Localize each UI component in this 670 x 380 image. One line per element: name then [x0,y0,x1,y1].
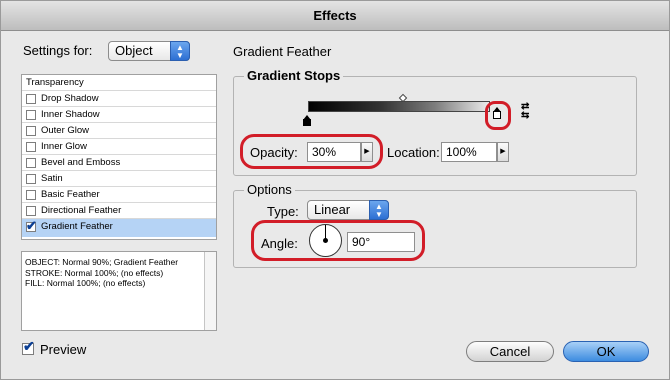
highlight-ring-angle [251,220,425,261]
list-item-label: Directional Feather [41,205,122,216]
list-item-basic-feather[interactable]: Basic Feather [22,187,216,203]
list-item-inner-shadow[interactable]: Inner Shadow [22,107,216,123]
summary-fill-line: FILL: Normal 100%; (no effects) [25,278,146,288]
basic-feather-checkbox[interactable] [26,190,36,200]
title-bar: Effects [1,1,669,31]
drop-shadow-checkbox[interactable] [26,94,36,104]
list-item-transparency[interactable]: Transparency [22,75,216,91]
location-stepper[interactable]: ▶ [497,142,509,162]
type-label: Type: [267,204,299,219]
summary-scrollbar[interactable] [204,252,216,330]
dropdown-arrows-icon: ▲ ▼ [170,41,190,61]
list-item-inner-glow[interactable]: Inner Glow [22,139,216,155]
inner-shadow-checkbox[interactable] [26,110,36,120]
highlight-ring-opacity [240,134,383,169]
inner-glow-checkbox[interactable] [26,142,36,152]
list-item-label: Basic Feather [41,189,100,200]
list-item-outer-glow[interactable]: Outer Glow [22,123,216,139]
effects-list: Transparency Drop Shadow Inner Shadow Ou… [21,74,217,240]
summary-stroke-line: STROKE: Normal 100%; (no effects) [25,267,164,278]
checkmark-icon: ✔ [26,218,37,233]
gradient-ramp[interactable] [308,101,490,112]
satin-checkbox[interactable] [26,174,36,184]
type-dropdown[interactable]: Linear ▲ ▼ [307,200,389,220]
preview-label: Preview [40,342,87,357]
panel-title: Gradient Feather [233,44,332,59]
gradient-feather-checkbox[interactable]: ✔ [26,218,37,233]
effects-summary: OBJECT: Normal 90%; Gradient Feather STR… [21,251,217,331]
list-item-label: Outer Glow [41,125,90,136]
dropdown-arrows-icon: ▲ ▼ [369,200,389,220]
cancel-button[interactable]: Cancel [466,341,554,362]
list-item-gradient-feather[interactable]: ✔ Gradient Feather [22,218,216,237]
list-item-label: Gradient Feather [41,221,113,232]
checkmark-icon: ✔ [23,338,35,354]
settings-for-dropdown[interactable]: Object ▲ ▼ [108,41,190,61]
type-value: Linear [314,202,351,217]
directional-feather-checkbox[interactable] [26,206,36,216]
list-item-label: Inner Glow [41,141,87,152]
list-item-bevel-and-emboss[interactable]: Bevel and Emboss [22,155,216,171]
summary-object-line: OBJECT: Normal 90%; Gradient Feather [25,257,179,267]
list-item-label: Bevel and Emboss [41,157,121,168]
dialog-title: Effects [313,8,357,23]
location-label: Location: [387,145,440,160]
highlight-ring-stop [485,101,511,130]
list-item-label: Inner Shadow [41,109,100,120]
location-field[interactable]: 100% [441,142,497,162]
gradient-stop-left[interactable] [303,119,311,126]
list-item-label: Transparency [26,77,84,88]
options-title: Options [244,182,295,197]
settings-for-value: Object [115,43,153,58]
preview-checkbox[interactable]: ✔ [22,338,35,355]
list-item-directional-feather[interactable]: Directional Feather [22,203,216,219]
list-item-satin[interactable]: Satin [22,171,216,187]
list-item-label: Drop Shadow [41,93,99,104]
reverse-gradient-icon[interactable]: ⇄ ⇆ [521,102,529,121]
outer-glow-checkbox[interactable] [26,126,36,136]
effects-dialog: Effects Settings for: Object ▲ ▼ Transpar… [0,0,670,380]
bevel-and-emboss-checkbox[interactable] [26,158,36,168]
gradient-stops-title: Gradient Stops [244,68,344,83]
settings-for-label: Settings for: [23,43,93,58]
list-item-drop-shadow[interactable]: Drop Shadow [22,91,216,107]
ok-button[interactable]: OK [563,341,649,362]
list-item-label: Satin [41,173,63,184]
